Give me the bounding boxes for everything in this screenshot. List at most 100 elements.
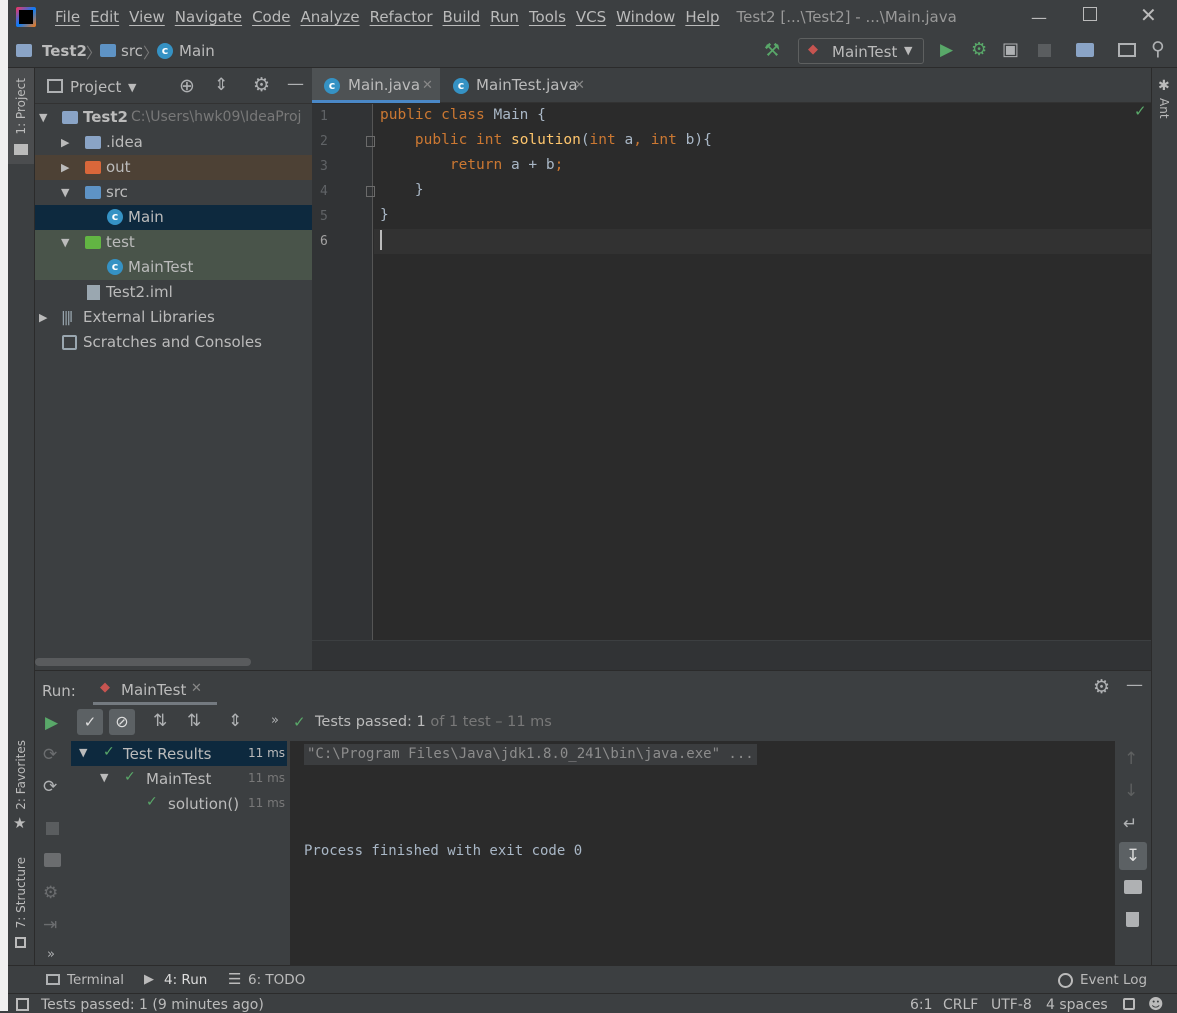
tool-tab-todo[interactable]: ☰ 6: TODO [228,970,308,991]
expand-arrow-icon[interactable]: ▶ [39,305,47,330]
show-passed-icon[interactable]: ✓ [77,709,103,735]
rerun-icon[interactable]: ▶ [45,713,58,733]
print-icon[interactable] [1124,880,1142,894]
search-icon[interactable]: ⚲ [1151,38,1165,60]
show-ignored-icon[interactable]: ⊘ [109,709,135,735]
build-hammer-icon[interactable]: ⚒ [764,40,780,61]
sort-alpha-icon[interactable]: ⇅ [153,711,167,731]
scroll-to-end-icon[interactable]: ↧ [1119,842,1147,870]
menu-edit[interactable]: Edit [85,8,124,26]
test-tree-row[interactable]: ▼ ✓ MainTest 11 ms [71,766,287,791]
expand-arrow-icon[interactable]: ▼ [79,746,87,759]
menu-tools[interactable]: Tools [524,8,571,26]
tab-maintest-java[interactable]: c MainTest.java ✕ [441,68,594,103]
soft-wrap-icon[interactable]: ↵ [1123,814,1137,834]
tool-tab-event-log[interactable]: Event Log [1058,971,1148,991]
menu-analyze[interactable]: Analyze [295,8,364,26]
close-icon[interactable]: ✕ [191,681,202,696]
tree-item-scratches[interactable]: Scratches and Consoles [35,330,312,355]
breadcrumb-project[interactable]: Test2 [42,42,87,60]
toggle-tool-windows-icon[interactable] [16,998,29,1011]
tree-item-external-libraries[interactable]: ▶ |||l External Libraries [35,305,312,330]
collapse-all-icon[interactable]: ⇕ [214,75,228,95]
debug-icon[interactable]: ⚙ [971,39,987,60]
breadcrumb-folder[interactable]: src [121,42,143,60]
expand-all-icon[interactable]: ⇕ [228,711,242,731]
hide-panel-icon[interactable]: — [287,74,304,94]
expand-arrow-icon[interactable]: ▶ [61,130,69,155]
run-console[interactable]: "C:\Program Files\Java\jdk1.8.0_241\bin\… [290,741,1115,966]
tree-item-iml[interactable]: Test2.iml [35,280,312,305]
menu-build[interactable]: Build [438,8,486,26]
tool-tab-structure[interactable]: 7: Structure [8,853,34,953]
scroll-down-icon[interactable]: ↓ [1124,781,1138,801]
hide-panel-icon[interactable]: — [1126,675,1143,695]
tab-main-java[interactable]: c Main.java ✕ [312,68,440,103]
menu-help[interactable]: Help [680,8,724,26]
lock-icon[interactable] [1123,998,1135,1010]
menu-window[interactable]: Window [611,8,680,26]
tree-item-src[interactable]: ▼ src [35,180,312,205]
gear-icon[interactable]: ⚙ [1093,676,1110,698]
console-command[interactable]: "C:\Program Files\Java\jdk1.8.0_241\bin\… [304,744,757,765]
screenshot-icon[interactable] [44,853,61,867]
more-actions-icon[interactable]: » [47,947,55,962]
inspector-icon[interactable]: ☻ [1148,995,1164,1013]
expand-arrow-icon[interactable]: ▼ [39,105,47,130]
terminal-window-icon[interactable] [1118,43,1136,57]
run-config-dropdown[interactable]: ◆ MainTest ▼ [798,38,924,64]
expand-arrow-icon[interactable]: ▼ [61,230,69,255]
chevron-down-icon[interactable]: ▼ [128,81,136,94]
close-window-icon[interactable]: ✕ [1140,3,1157,27]
menu-view[interactable]: View [124,8,170,26]
window-title: Test2 [...\Test2] - ...\Main.java [736,8,957,26]
tree-item-maintest[interactable]: c MainTest [35,255,312,280]
maximize-icon[interactable] [1083,7,1097,21]
tool-tab-ant[interactable]: ✱ Ant [1152,74,1177,130]
breadcrumb-file[interactable]: Main [179,42,215,60]
menu-file[interactable]: File [50,8,85,26]
folder-icon [100,44,116,57]
locate-icon[interactable]: ⊕ [179,75,195,97]
minimize-icon[interactable]: — [1031,8,1047,27]
tool-tab-terminal[interactable]: Terminal [46,971,134,991]
stop-icon[interactable] [46,822,59,835]
expand-arrow-icon[interactable]: ▶ [61,155,69,180]
menu-run[interactable]: Run [485,8,524,26]
close-icon[interactable]: ✕ [574,68,585,103]
run-icon[interactable]: ▶ [940,40,953,60]
gear-icon[interactable]: ⚙ [253,74,270,96]
project-structure-icon[interactable] [1076,43,1094,57]
coverage-icon[interactable]: ▣ [1002,39,1019,60]
sort-duration-icon[interactable]: ⇅ [187,711,201,731]
settings-icon[interactable]: ⚙ [43,883,58,903]
test-tree-row[interactable]: ✓ solution() 11 ms [71,791,287,816]
tool-tab-run[interactable]: ▶ 4: Run [144,971,214,991]
rerun-failed-icon[interactable]: ⟳ [43,777,57,797]
tree-item-idea[interactable]: ▶ .idea [35,130,312,155]
scroll-up-icon[interactable]: ↑ [1124,749,1138,769]
menu-code[interactable]: Code [247,8,295,26]
menu-navigate[interactable]: Navigate [170,8,247,26]
stop-icon[interactable] [1038,44,1051,57]
tree-item-test[interactable]: ▼ test [35,230,312,255]
expand-arrow-icon[interactable]: ▼ [61,180,69,205]
exit-icon[interactable]: ⇥ [43,915,57,935]
menu-vcs[interactable]: VCS [571,8,611,26]
tree-item-out[interactable]: ▶ out [35,155,312,180]
tree-item-root[interactable]: ▼ Test2 C:\Users\hwk09\IdeaProj [35,105,312,130]
more-actions-icon[interactable]: » [271,713,279,728]
tool-tab-favorites[interactable]: 2: Favorites ★ [8,736,34,836]
test-tree-row[interactable]: ▼ ✓ Test Results 11 ms [71,741,287,766]
project-view-selector[interactable]: Project [70,78,121,96]
menu-refactor[interactable]: Refactor [365,8,438,26]
run-tab-maintest[interactable]: ◆ MainTest ✕ [93,675,217,705]
close-icon[interactable]: ✕ [422,68,433,103]
tree-item-main[interactable]: c Main [35,205,312,230]
toggle-autotest-icon[interactable]: ⟳ [43,745,57,765]
code-content[interactable]: public class Main { public int solution(… [312,104,1151,640]
expand-arrow-icon[interactable]: ▼ [100,771,108,784]
horizontal-scrollbar[interactable] [35,658,251,666]
tool-tab-project[interactable]: 1: Project [8,68,34,164]
trash-icon[interactable] [1126,912,1139,927]
